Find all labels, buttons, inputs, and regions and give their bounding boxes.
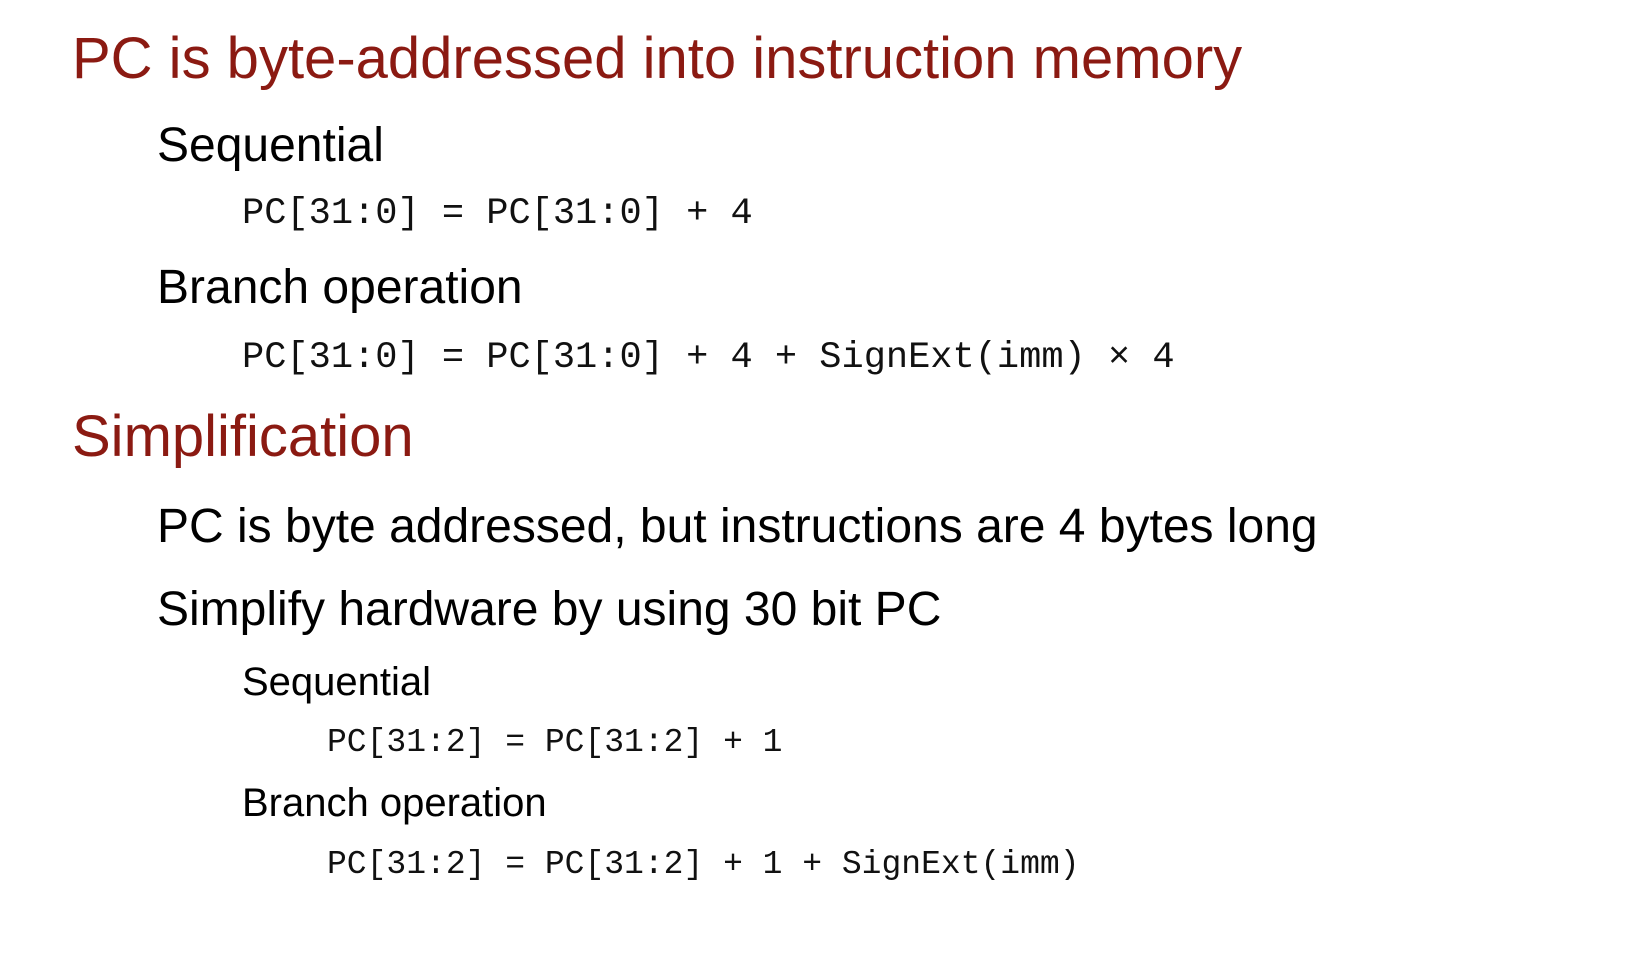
sublabel-sequential: Sequential bbox=[242, 660, 432, 704]
heading-simplification: Simplification bbox=[72, 404, 414, 469]
formula-sequential: PC[31:0] = PC[31:0] + 4 bbox=[242, 193, 753, 235]
point-30-bit-pc: Simplify hardware by using 30 bit PC bbox=[157, 583, 942, 636]
label-sequential: Sequential bbox=[157, 119, 384, 172]
point-byte-addressed: PC is byte addressed, but instructions a… bbox=[157, 500, 1318, 553]
label-branch-operation: Branch operation bbox=[157, 261, 523, 314]
formula-branch-operation: PC[31:0] = PC[31:0] + 4 + SignExt(imm) ×… bbox=[242, 337, 1175, 379]
subformula-sequential: PC[31:2] = PC[31:2] + 1 bbox=[327, 724, 783, 761]
heading-byte-addressed: PC is byte-addressed into instruction me… bbox=[72, 26, 1243, 91]
sublabel-branch-operation: Branch operation bbox=[242, 781, 547, 825]
subformula-branch-operation: PC[31:2] = PC[31:2] + 1 + SignExt(imm) bbox=[327, 846, 1080, 883]
slide: PC is byte-addressed into instruction me… bbox=[0, 0, 1628, 960]
